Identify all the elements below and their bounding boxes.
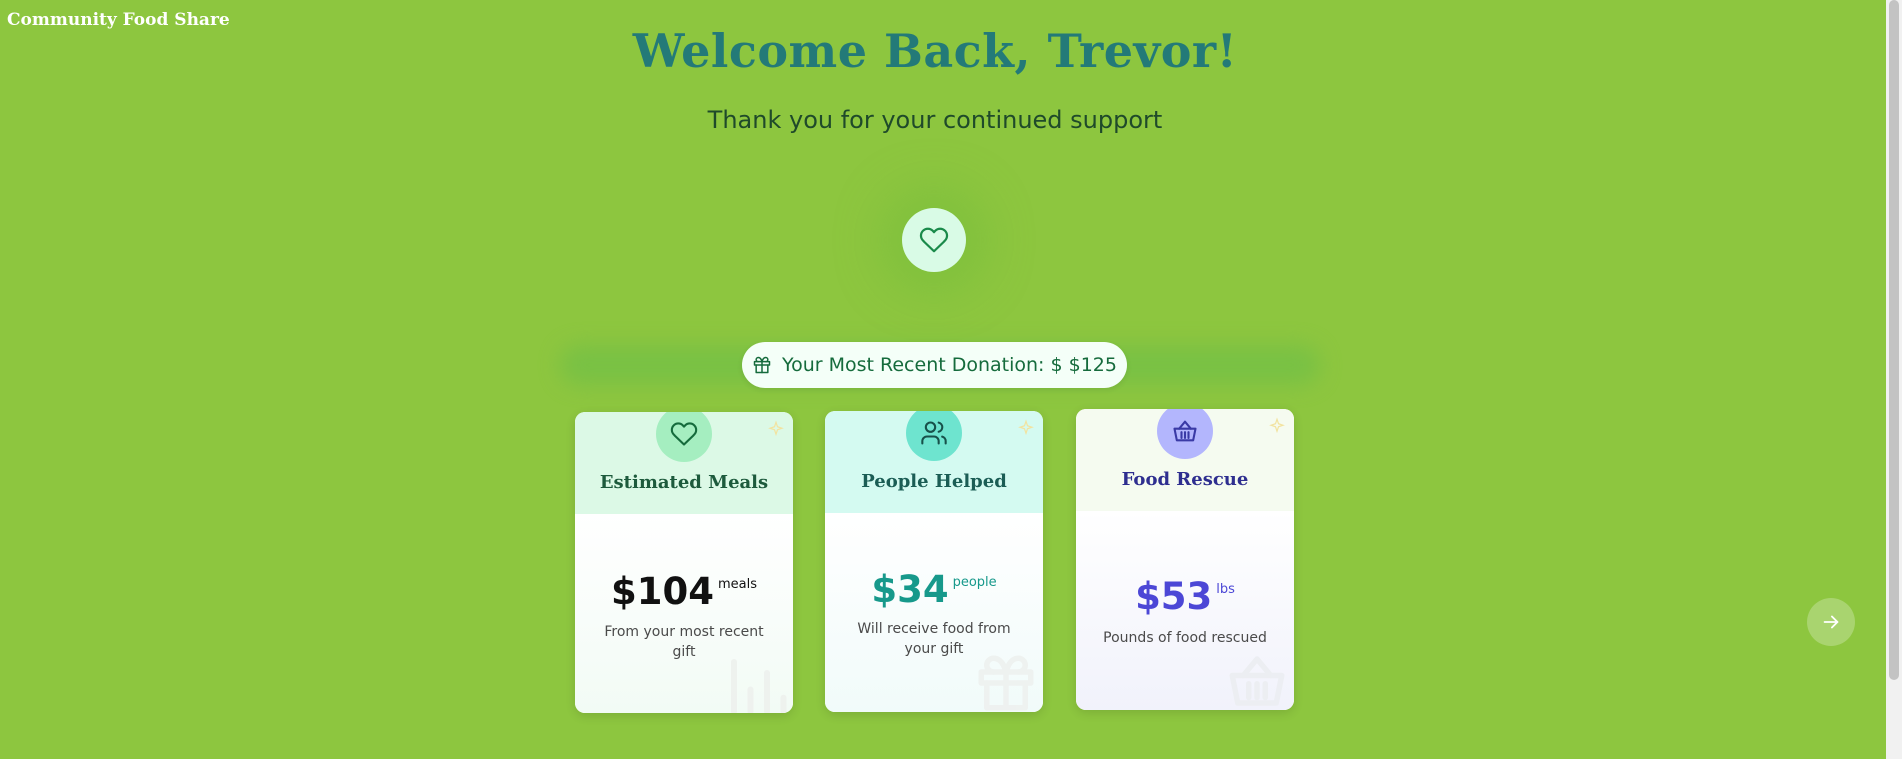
gift-icon [978, 655, 1034, 711]
gift-icon [753, 356, 771, 374]
card-title: Estimated Meals [599, 472, 769, 493]
stat-unit: meals [717, 577, 757, 592]
sparkle-icon [1269, 417, 1285, 434]
basket-icon [1229, 656, 1285, 706]
recent-donation-badge: Your Most Recent Donation: $ $125 [742, 342, 1127, 388]
heart-icon [670, 422, 698, 446]
card-stat: $34 people [825, 568, 1043, 611]
stat-description: Pounds of food rescued [1103, 630, 1267, 646]
stat-value: $34 [871, 568, 949, 611]
next-button[interactable] [1807, 598, 1855, 646]
stat-unit: lbs [1216, 582, 1235, 597]
welcome-subtitle: Thank you for your continued support [707, 106, 1163, 134]
card-title: People Helped [861, 471, 1007, 492]
estimated-meals-card: Estimated Meals $104 meals From your most… [575, 412, 793, 713]
sparkle-icon [768, 420, 784, 437]
recent-donation-text: Your Most Recent Donation: $ $125 [782, 354, 1117, 376]
card-stat: $104 meals [575, 570, 793, 613]
stat-value: $104 [611, 570, 714, 613]
basket-icon [1173, 420, 1197, 442]
scrollbar-thumb[interactable] [1889, 0, 1899, 680]
people-helped-card: People Helped $34 people Will receive foo… [825, 411, 1043, 712]
stat-unit: people [952, 575, 997, 590]
card-stat: $53 lbs [1076, 575, 1294, 618]
card-title: Food Rescue [1121, 469, 1249, 490]
sparkle-icon [1018, 419, 1034, 436]
stat-value: $53 [1135, 575, 1213, 618]
heart-icon [919, 227, 949, 253]
food-rescue-card: Food Rescue $53 lbs Pounds of food rescue… [1076, 409, 1294, 710]
scrollbar[interactable] [1886, 0, 1902, 759]
bar-chart-icon [730, 658, 787, 713]
arrow-right-icon [1823, 615, 1839, 629]
users-icon [921, 421, 947, 445]
welcome-title: Welcome Back, Trevor! [632, 24, 1238, 78]
heart-badge [902, 208, 966, 272]
